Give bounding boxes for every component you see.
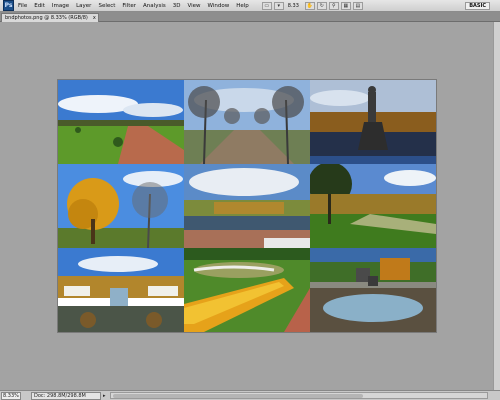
application-bar-tools: ▭ ▾ 8.33 ✋ ↻ ⚲ ▦ ▤ [261, 1, 365, 10]
zoom-percentage-field[interactable]: 8.33% [1, 391, 21, 400]
photo-palace-cascade [58, 248, 184, 332]
photoshop-logo-icon[interactable]: Ps [3, 0, 14, 11]
arrange-documents-icon[interactable]: ▦ [340, 1, 351, 10]
zoom-tool-icon[interactable]: ⚲ [328, 1, 339, 10]
menu-filter[interactable]: Filter [122, 3, 136, 9]
photo-autumn-tree [58, 164, 184, 248]
menu-view[interactable]: View [187, 3, 200, 9]
menu-help[interactable]: Help [236, 3, 249, 9]
photo-tree-alley [184, 80, 310, 164]
photo-park-lawn [58, 80, 184, 164]
document-tab-strip: bndphotos.png @ 8.33% (RGB/8) x [0, 12, 500, 22]
menu-bar: Ps File Edit Image Layer Select Filter A… [0, 0, 500, 12]
photo-canal-building [184, 164, 310, 248]
extras-icon[interactable]: ▤ [352, 1, 363, 10]
menu-file[interactable]: File [18, 3, 27, 9]
menu-edit[interactable]: Edit [34, 3, 45, 9]
workspace-switcher[interactable]: BASIC [465, 2, 490, 10]
vertical-scrollbar[interactable] [493, 22, 500, 390]
document-tab[interactable]: bndphotos.png @ 8.33% (RGB/8) x [1, 13, 99, 22]
menu-select[interactable]: Select [98, 3, 115, 9]
rotate-view-icon[interactable]: ↻ [316, 1, 327, 10]
document-tab-title: bndphotos.png @ 8.33% (RGB/8) [5, 15, 88, 21]
photo-green-garden [310, 164, 436, 248]
menu-analysis[interactable]: Analysis [143, 3, 166, 9]
photo-fountain-statue [310, 80, 436, 164]
photo-pond-fountain [310, 248, 436, 332]
menu-3d[interactable]: 3D [173, 3, 181, 9]
menu-image[interactable]: Image [52, 3, 69, 9]
close-icon[interactable]: x [93, 14, 96, 22]
screen-mode-icon[interactable]: ▭ [261, 1, 272, 10]
zoom-level-icon[interactable]: ▾ [273, 1, 284, 10]
hand-icon[interactable]: ✋ [304, 1, 315, 10]
document-size-info: Doc: 298.8M/298.8M [31, 391, 101, 400]
menu-layer[interactable]: Layer [76, 3, 91, 9]
menu-window[interactable]: Window [208, 3, 230, 9]
zoom-level-field[interactable]: 8.33 [288, 3, 299, 9]
horizontal-scrollbar[interactable] [110, 392, 488, 399]
photo-flower-bed [184, 248, 310, 332]
status-bar: 8.33% Doc: 298.8M/298.8M ▸ [0, 390, 500, 400]
scrollbar-thumb[interactable] [113, 394, 363, 398]
status-menu-arrow-icon[interactable]: ▸ [103, 393, 106, 399]
photo-collage[interactable] [58, 80, 436, 332]
